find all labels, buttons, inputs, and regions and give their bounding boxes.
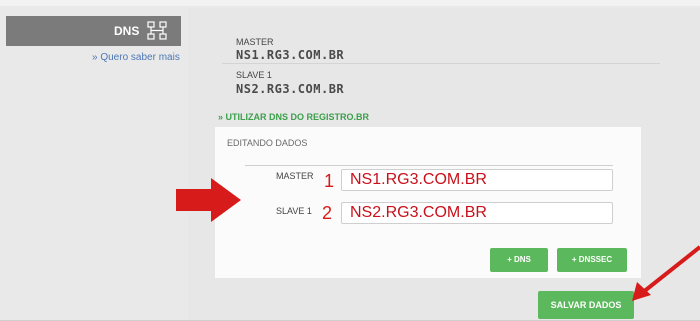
arrow-annotation <box>632 245 700 301</box>
arrow-right-annotation <box>176 178 241 222</box>
annotation-overlay <box>176 178 700 301</box>
